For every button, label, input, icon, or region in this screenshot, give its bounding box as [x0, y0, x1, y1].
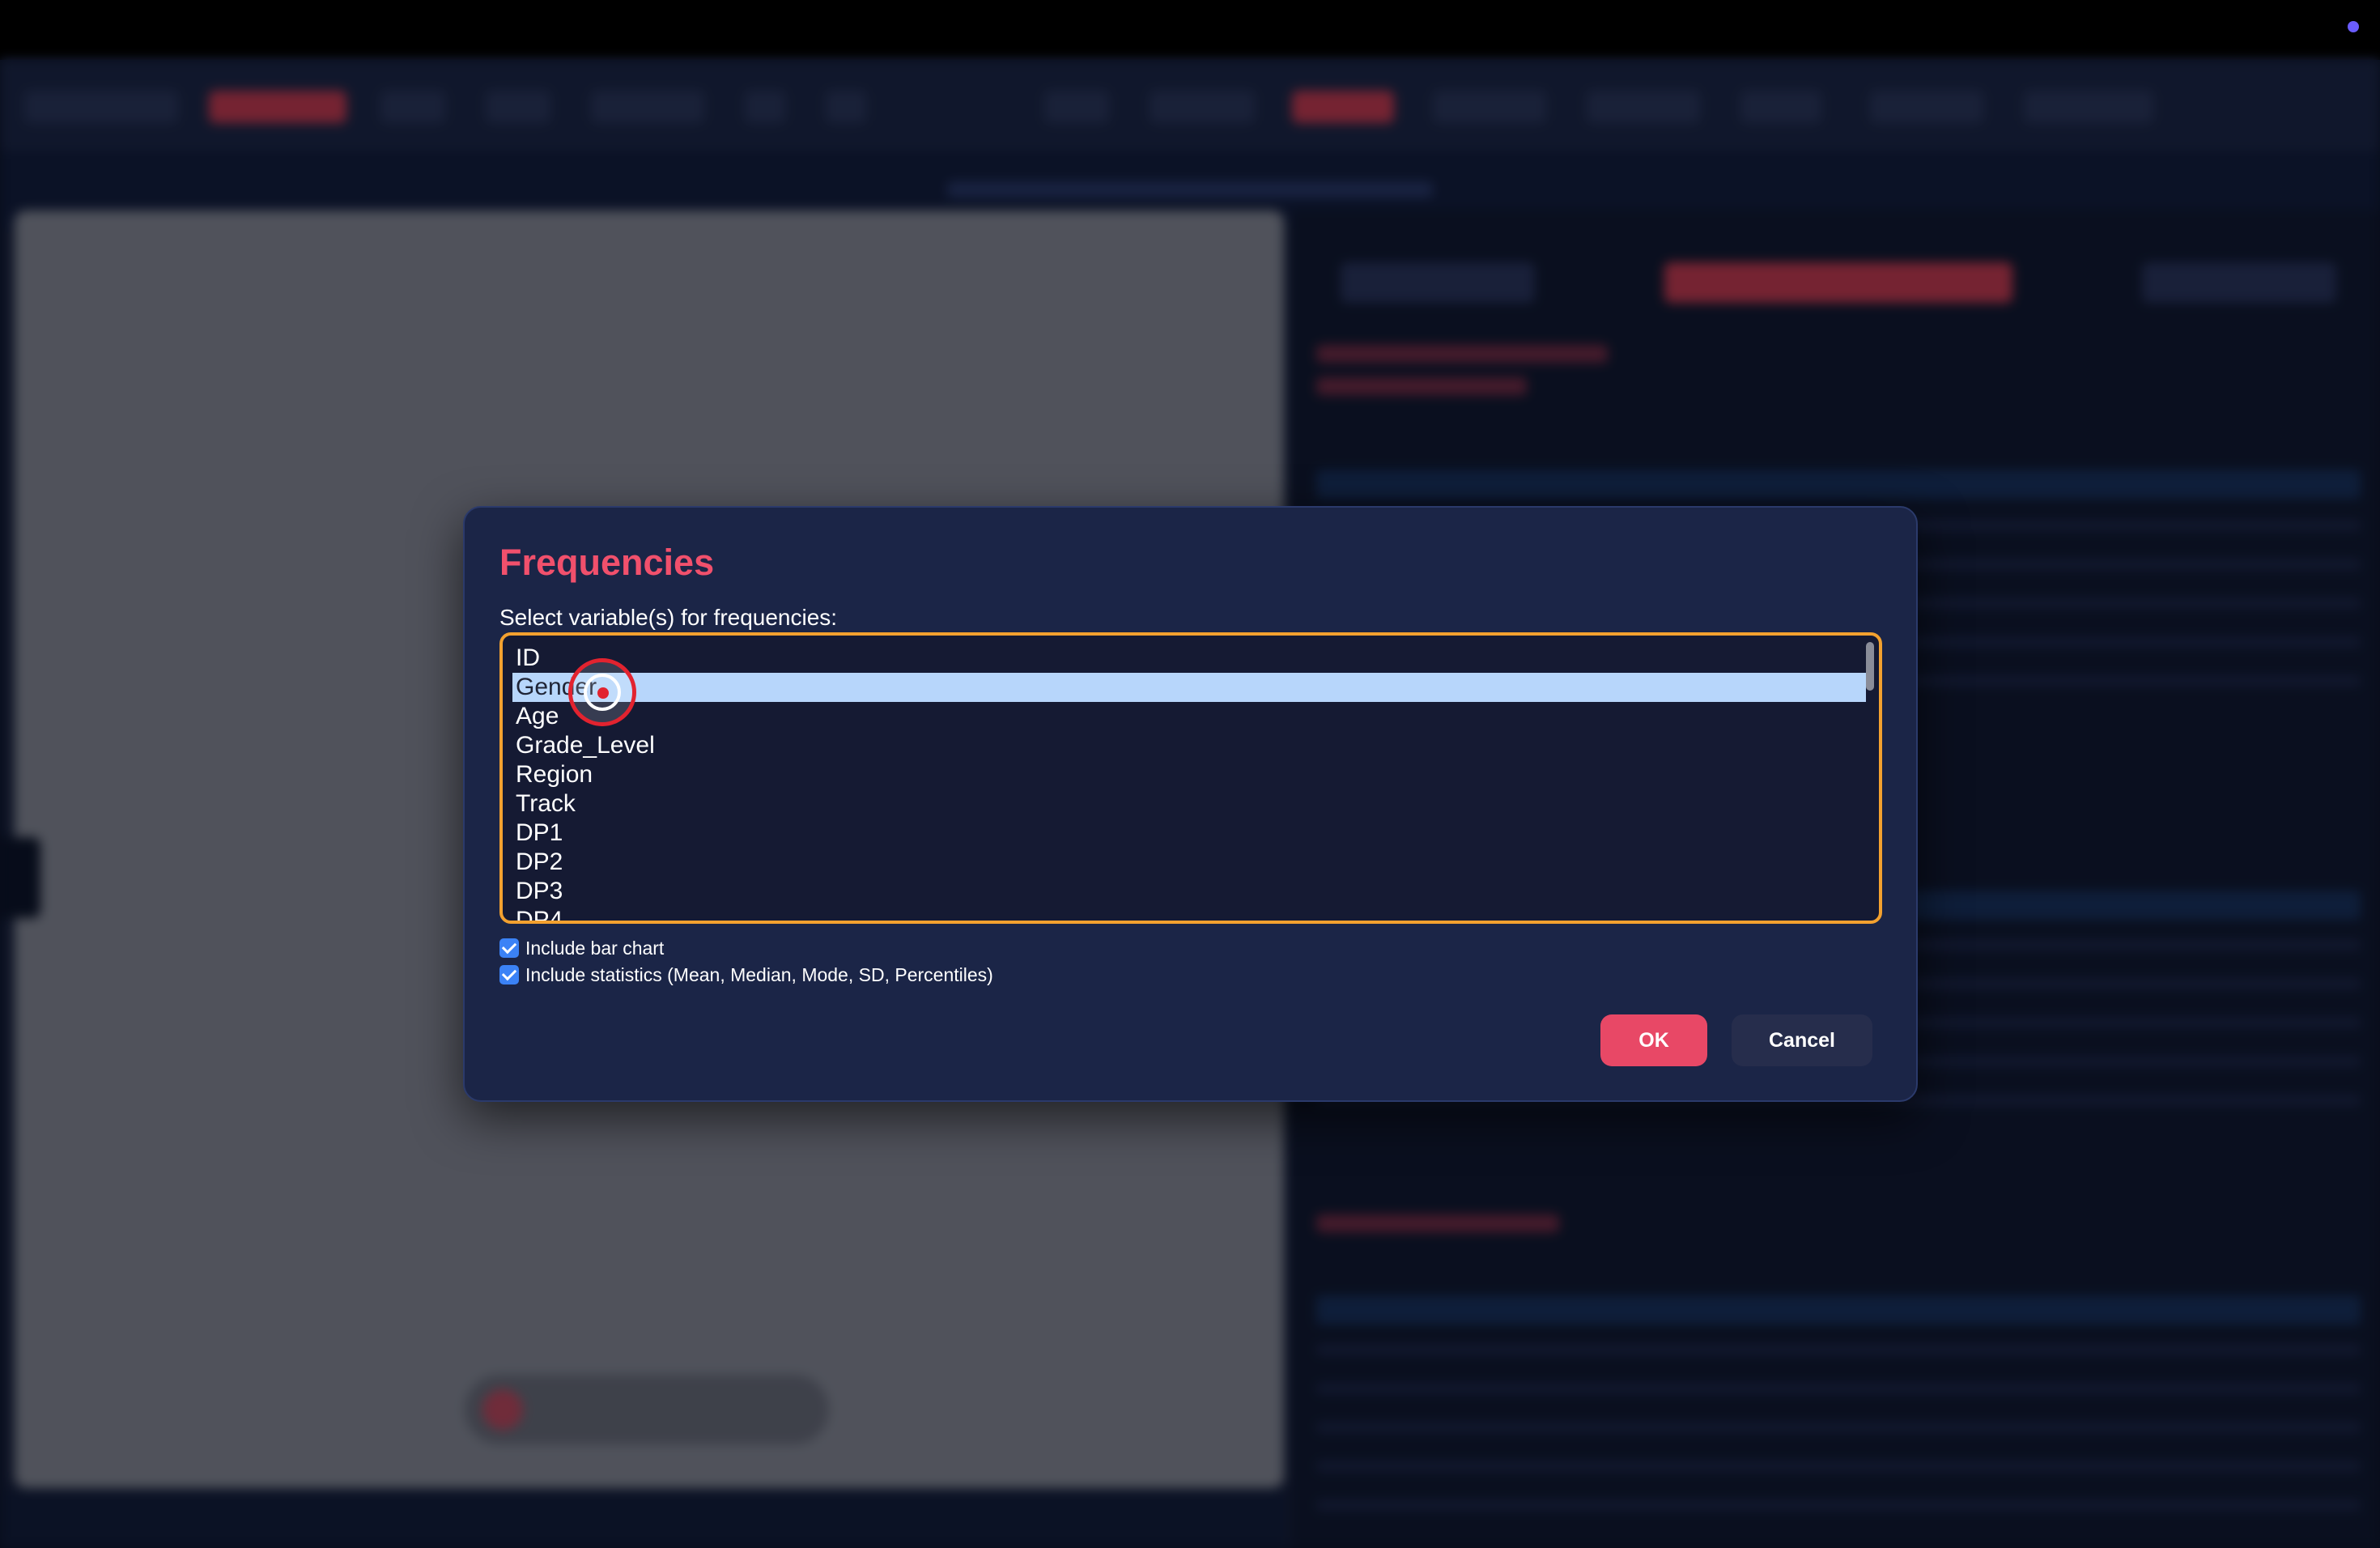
variable-option-age[interactable]: Age — [512, 702, 1866, 731]
bar-chart-label: Include bar chart — [525, 937, 665, 959]
ok-button[interactable]: OK — [1600, 1014, 1707, 1066]
variable-option-region[interactable]: Region — [512, 760, 1866, 789]
statistics-option[interactable]: Include statistics (Mean, Median, Mode, … — [499, 963, 993, 987]
variable-option-dp3[interactable]: DP3 — [512, 877, 1866, 906]
variable-option-track[interactable]: Track — [512, 789, 1866, 819]
bar-chart-checkbox[interactable] — [499, 938, 519, 958]
variable-option-gender[interactable]: Gender — [512, 673, 1866, 702]
frequencies-dialog: Frequencies Select variable(s) for frequ… — [463, 506, 1918, 1102]
dialog-title: Frequencies — [499, 542, 715, 583]
variable-option-dp1[interactable]: DP1 — [512, 819, 1866, 848]
variable-option-dp2[interactable]: DP2 — [512, 848, 1866, 877]
bar-chart-option[interactable]: Include bar chart — [499, 936, 664, 960]
statistics-checkbox[interactable] — [499, 965, 519, 985]
variable-select-label: Select variable(s) for frequencies: — [499, 605, 838, 630]
cancel-button[interactable]: Cancel — [1732, 1014, 1872, 1066]
statistics-label: Include statistics (Mean, Median, Mode, … — [525, 963, 993, 985]
listbox-scrollbar[interactable] — [1866, 642, 1874, 691]
status-dot-icon — [2348, 21, 2359, 32]
variable-listbox[interactable]: ID Gender Age Grade_Level Region Track DP1 DP2 D… — [499, 632, 1882, 924]
system-top-bar — [0, 0, 2380, 60]
click-indicator-icon — [568, 658, 636, 726]
variable-option-grade-level[interactable]: Grade_Level — [512, 731, 1866, 760]
variable-list: ID Gender Age Grade_Level Region Track DP1 DP2 D… — [512, 644, 1866, 921]
variable-option-id[interactable]: ID — [512, 644, 1866, 673]
variable-option-dp4[interactable]: DP4 — [512, 906, 1866, 921]
